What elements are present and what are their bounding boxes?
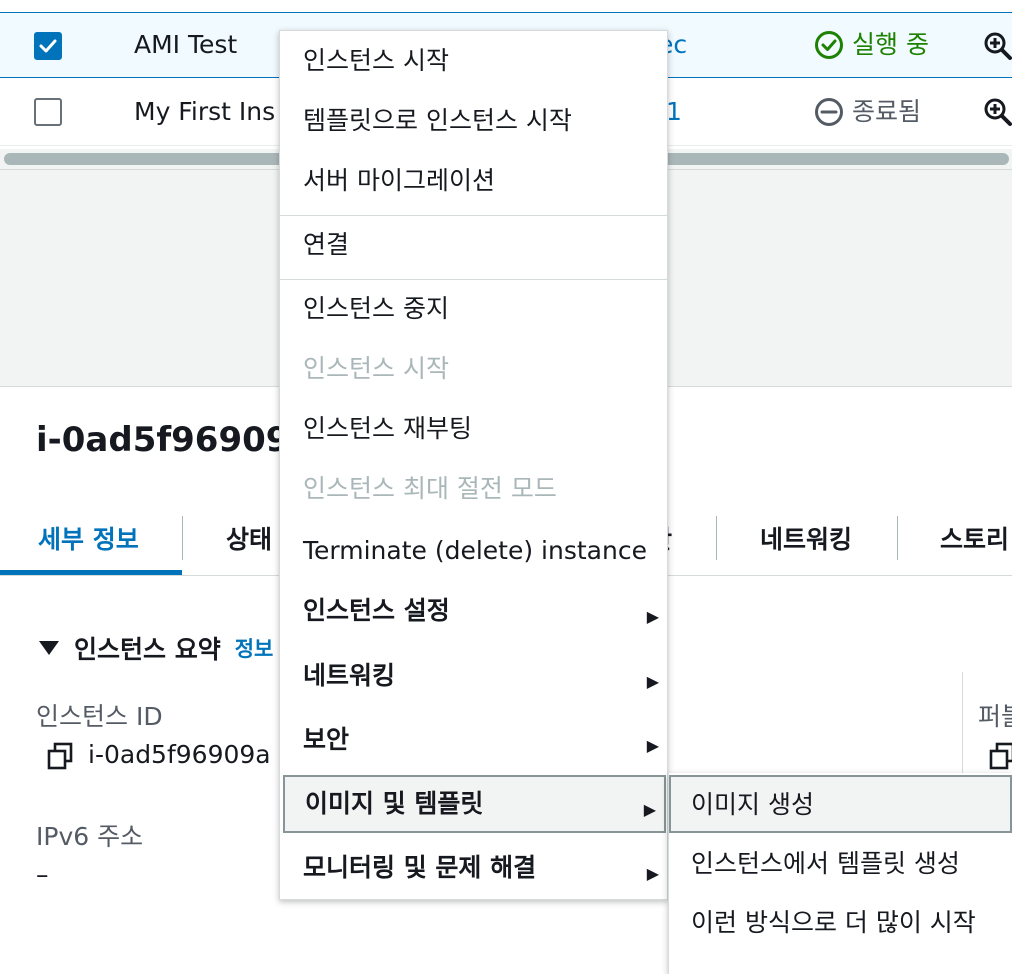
status-running: 실행 중	[814, 30, 929, 60]
menu-item-launch-from-template[interactable]: 템플릿으로 인스턴스 시작	[280, 106, 667, 136]
copy-icon[interactable]	[46, 742, 74, 774]
menu-item-label: 보안	[303, 725, 350, 754]
menu-item-server-migration[interactable]: 서버 마이그레이션	[280, 166, 667, 196]
submenu-item-launch-more-like-this[interactable]: 이런 방식으로 더 많이 시작	[669, 908, 1012, 938]
menu-item-launch-instance[interactable]: 인스턴스 시작	[280, 46, 667, 76]
menu-item-monitor-and-troubleshoot[interactable]: 모니터링 및 문제 해결 ▶	[280, 853, 667, 883]
minus-circle-icon	[815, 98, 843, 126]
submenu-item-create-image[interactable]: 이미지 생성	[669, 775, 1012, 833]
instance-actions-menu: 인스턴스 시작 템플릿으로 인스턴스 시작 서버 마이그레이션 연결 인스턴스 …	[279, 30, 668, 900]
copy-icon[interactable]	[988, 742, 1012, 774]
menu-item-terminate-instance[interactable]: Terminate (delete) instance	[280, 536, 667, 566]
menu-item-label: 모니터링 및 문제 해결	[303, 853, 537, 882]
tab-divider	[716, 516, 717, 560]
instance-id-value: i-0ad5f96909a	[88, 740, 271, 769]
row-checkbox[interactable]	[34, 32, 62, 60]
status-label: 종료됨	[852, 97, 922, 126]
menu-item-stop-instance[interactable]: 인스턴스 중지	[280, 294, 667, 324]
menu-divider	[280, 279, 667, 280]
ipv6-label: IPv6 주소	[36, 822, 144, 851]
menu-item-start-instance: 인스턴스 시작	[303, 354, 449, 383]
tab-divider	[182, 516, 183, 560]
tab-networking[interactable]: 네트워킹	[760, 520, 852, 556]
menu-item-label: 인스턴스 설정	[303, 596, 450, 625]
column-divider	[962, 672, 963, 782]
menu-divider	[280, 215, 667, 216]
instance-name: AMI Test	[134, 30, 238, 59]
instance-name: My First Ins	[134, 97, 276, 126]
zoom-in-icon[interactable]	[983, 31, 1012, 61]
summary-heading: 인스턴스 요약	[74, 635, 221, 664]
instance-detail-title: i-0ad5f96909a	[36, 420, 313, 460]
tab-storage[interactable]: 스토리	[940, 520, 1009, 556]
zoom-in-icon[interactable]	[983, 97, 1012, 127]
menu-item-instance-settings[interactable]: 인스턴스 설정 ▶	[280, 596, 667, 626]
active-tab-underline	[0, 570, 182, 575]
menu-item-image-and-templates[interactable]: 이미지 및 템플릿 ▶	[283, 775, 666, 833]
tab-divider	[897, 516, 898, 560]
caret-right-icon: ▶	[646, 672, 659, 691]
instance-id-label: 인스턴스 ID	[36, 702, 163, 731]
caret-down-icon	[39, 641, 59, 655]
instance-summary-header[interactable]: 인스턴스 요약 정보	[38, 630, 273, 666]
caret-right-icon: ▶	[646, 607, 659, 626]
status-stopped: 종료됨	[814, 97, 921, 127]
menu-item-hibernate-instance: 인스턴스 최대 절전 모드	[303, 474, 557, 503]
tab-details[interactable]: 세부 정보	[38, 520, 139, 556]
menu-item-connect[interactable]: 연결	[280, 230, 667, 260]
status-label: 실행 중	[852, 30, 929, 59]
check-circle-icon	[815, 31, 843, 59]
tab-status[interactable]: 상태	[226, 520, 272, 556]
caret-right-icon: ▶	[646, 864, 659, 883]
menu-item-label: 이미지 및 템플릿	[305, 789, 484, 818]
caret-right-icon: ▶	[646, 736, 659, 755]
menu-item-networking[interactable]: 네트워킹 ▶	[280, 661, 667, 691]
image-templates-submenu: 이미지 생성 인스턴스에서 템플릿 생성 이런 방식으로 더 많이 시작	[668, 773, 1012, 974]
check-icon	[39, 39, 57, 53]
menu-item-reboot-instance[interactable]: 인스턴스 재부팅	[280, 414, 667, 444]
ipv6-value: –	[36, 860, 49, 889]
info-link[interactable]: 정보	[235, 633, 274, 663]
menu-item-label: 네트워킹	[303, 661, 396, 690]
submenu-item-create-template-from-instance[interactable]: 인스턴스에서 템플릿 생성	[669, 849, 1012, 879]
row-checkbox[interactable]	[34, 98, 62, 126]
menu-item-security[interactable]: 보안 ▶	[280, 725, 667, 755]
public-ip-label: 퍼블	[978, 702, 1012, 731]
caret-right-icon: ▶	[643, 800, 656, 819]
